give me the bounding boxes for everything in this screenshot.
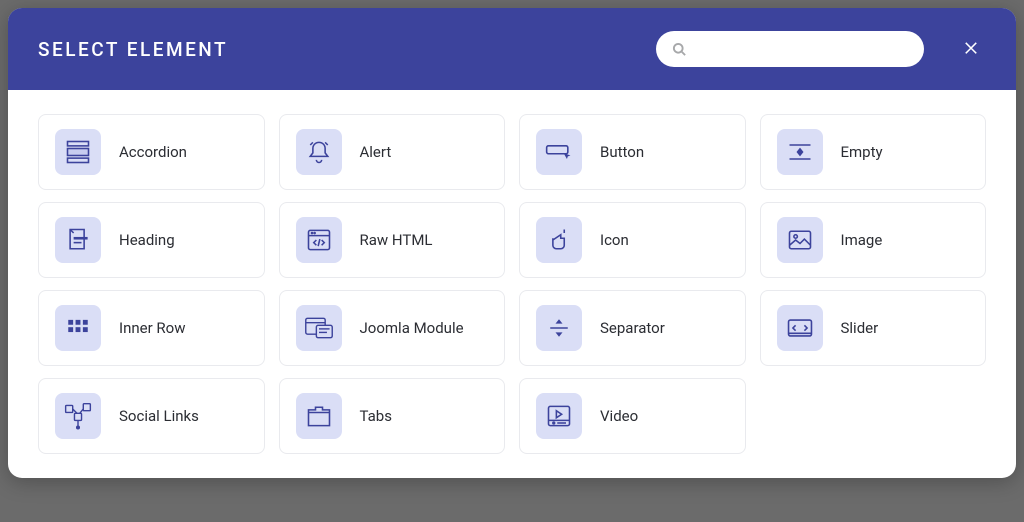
image-icon [777, 217, 823, 263]
card-label: Accordion [119, 143, 187, 161]
card-label: Joomla Module [360, 319, 464, 337]
separator-icon [536, 305, 582, 351]
element-card-inner-row[interactable]: Inner Row [38, 290, 265, 366]
social-links-icon [55, 393, 101, 439]
search-icon [672, 42, 687, 57]
search-input[interactable] [697, 41, 908, 57]
element-grid: Accordion Alert Button [38, 114, 986, 454]
heading-icon [55, 217, 101, 263]
modal-title: SELECT ELEMENT [38, 38, 636, 61]
icon-icon [536, 217, 582, 263]
element-card-heading[interactable]: Heading [38, 202, 265, 278]
card-label: Heading [119, 231, 175, 249]
card-label: Icon [600, 231, 629, 249]
element-card-raw-html[interactable]: Raw HTML [279, 202, 506, 278]
element-card-alert[interactable]: Alert [279, 114, 506, 190]
element-card-image[interactable]: Image [760, 202, 987, 278]
search-wrap [656, 31, 924, 67]
tabs-icon [296, 393, 342, 439]
card-label: Image [841, 231, 883, 249]
inner-row-icon [55, 305, 101, 351]
close-icon[interactable] [956, 37, 986, 62]
slider-icon [777, 305, 823, 351]
accordion-icon [55, 129, 101, 175]
card-label: Raw HTML [360, 231, 433, 249]
card-label: Button [600, 143, 644, 161]
modal-body: Accordion Alert Button [8, 90, 1016, 478]
element-card-video[interactable]: Video [519, 378, 746, 454]
element-card-separator[interactable]: Separator [519, 290, 746, 366]
card-label: Alert [360, 143, 392, 161]
element-card-tabs[interactable]: Tabs [279, 378, 506, 454]
element-card-joomla-module[interactable]: Joomla Module [279, 290, 506, 366]
card-label: Slider [841, 319, 879, 337]
card-label: Video [600, 407, 638, 425]
raw-html-icon [296, 217, 342, 263]
select-element-modal: SELECT ELEMENT Accordion [8, 8, 1016, 478]
empty-icon [777, 129, 823, 175]
element-card-accordion[interactable]: Accordion [38, 114, 265, 190]
joomla-module-icon [296, 305, 342, 351]
element-card-button[interactable]: Button [519, 114, 746, 190]
button-icon [536, 129, 582, 175]
card-label: Separator [600, 319, 665, 337]
video-icon [536, 393, 582, 439]
card-label: Empty [841, 143, 883, 161]
card-label: Social Links [119, 407, 199, 425]
element-card-empty[interactable]: Empty [760, 114, 987, 190]
element-card-social-links[interactable]: Social Links [38, 378, 265, 454]
element-card-slider[interactable]: Slider [760, 290, 987, 366]
modal-header: SELECT ELEMENT [8, 8, 1016, 90]
card-label: Tabs [360, 407, 392, 425]
alert-icon [296, 129, 342, 175]
card-label: Inner Row [119, 319, 185, 337]
element-card-icon[interactable]: Icon [519, 202, 746, 278]
